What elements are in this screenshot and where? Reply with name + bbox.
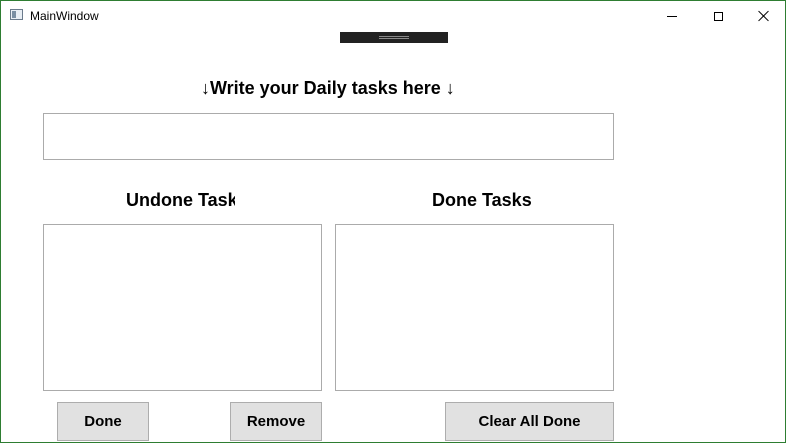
- window-title: MainWindow: [30, 9, 99, 23]
- done-button[interactable]: Done: [57, 402, 149, 441]
- window-app-icon[interactable]: [10, 9, 23, 20]
- toolbar-drag-handle[interactable]: [340, 32, 448, 43]
- task-input[interactable]: [43, 113, 614, 160]
- done-tasks-heading: Done Tasks: [432, 190, 532, 210]
- maximize-button[interactable]: [695, 1, 741, 31]
- minimize-icon: [667, 15, 677, 17]
- maximize-icon: [713, 11, 723, 21]
- remove-button[interactable]: Remove: [230, 402, 322, 441]
- page-heading: ↓Write your Daily tasks here ↓: [201, 78, 455, 98]
- close-icon: [758, 10, 770, 22]
- clear-all-done-button[interactable]: Clear All Done: [445, 402, 614, 441]
- undone-tasks-list[interactable]: [43, 224, 322, 391]
- minimize-button[interactable]: [649, 1, 695, 31]
- title-bar[interactable]: MainWindow: [1, 1, 785, 31]
- undone-tasks-heading: Undone Tasks: [126, 190, 235, 210]
- close-button[interactable]: [741, 1, 785, 31]
- main-window: MainWindow ↓Write your Daily tasks here …: [0, 0, 786, 443]
- done-tasks-list[interactable]: [335, 224, 614, 391]
